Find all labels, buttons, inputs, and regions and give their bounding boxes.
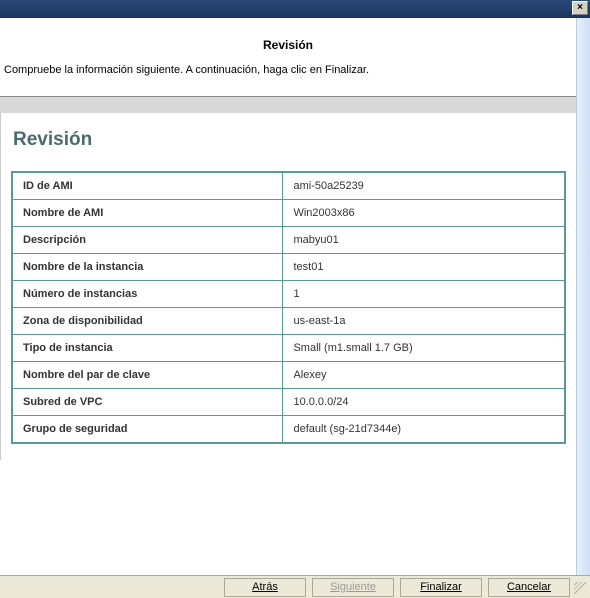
row-value: Win2003x86: [283, 200, 565, 227]
title-bar: ×: [0, 0, 590, 18]
table-row: Tipo de instancia Small (m1.small 1.7 GB…: [12, 335, 565, 362]
table-row: Número de instancias 1: [12, 281, 565, 308]
row-value: ami-50a25239: [283, 172, 565, 200]
content-area: Revisión Compruebe la información siguie…: [0, 18, 576, 575]
next-button: Siguiente: [312, 578, 394, 597]
spacer: [0, 97, 576, 113]
section-title: Revisión: [13, 129, 566, 151]
finish-button[interactable]: Finalizar: [400, 578, 482, 597]
row-label: Nombre de AMI: [12, 200, 283, 227]
cancel-button[interactable]: Cancelar: [488, 578, 570, 597]
back-button[interactable]: Atrás: [224, 578, 306, 597]
row-label: Nombre de la instancia: [12, 254, 283, 281]
row-label: Tipo de instancia: [12, 335, 283, 362]
table-row: Grupo de seguridad default (sg-21d7344e): [12, 416, 565, 444]
row-value: 10.0.0.0/24: [283, 389, 565, 416]
review-table: ID de AMI ami-50a25239 Nombre de AMI Win…: [11, 171, 566, 444]
table-row: Nombre de la instancia test01: [12, 254, 565, 281]
close-button[interactable]: ×: [572, 1, 588, 15]
table-row: Descripción mabyu01: [12, 227, 565, 254]
row-label: ID de AMI: [12, 172, 283, 200]
wizard-header: Revisión Compruebe la información siguie…: [0, 18, 576, 97]
row-value: Small (m1.small 1.7 GB): [283, 335, 565, 362]
close-icon: ×: [577, 3, 583, 13]
table-row: Nombre de AMI Win2003x86: [12, 200, 565, 227]
row-label: Nombre del par de clave: [12, 362, 283, 389]
row-value: Alexey: [283, 362, 565, 389]
button-bar: Atrás Siguiente Finalizar Cancelar: [0, 575, 590, 598]
vertical-scrollbar[interactable]: [576, 18, 590, 575]
row-value: us-east-1a: [283, 308, 565, 335]
row-value: test01: [283, 254, 565, 281]
table-row: Nombre del par de clave Alexey: [12, 362, 565, 389]
row-label: Descripción: [12, 227, 283, 254]
row-value: 1: [283, 281, 565, 308]
table-row: Subred de VPC 10.0.0.0/24: [12, 389, 565, 416]
page-title: Revisión: [4, 38, 572, 52]
table-row: ID de AMI ami-50a25239: [12, 172, 565, 200]
row-value: mabyu01: [283, 227, 565, 254]
row-label: Zona de disponibilidad: [12, 308, 283, 335]
row-label: Grupo de seguridad: [12, 416, 283, 444]
row-label: Número de instancias: [12, 281, 283, 308]
table-row: Zona de disponibilidad us-east-1a: [12, 308, 565, 335]
main-content: Revisión ID de AMI ami-50a25239 Nombre d…: [0, 113, 576, 460]
row-label: Subred de VPC: [12, 389, 283, 416]
resize-grip-icon[interactable]: [574, 582, 588, 596]
page-description: Compruebe la información siguiente. A co…: [4, 64, 572, 76]
row-value: default (sg-21d7344e): [283, 416, 565, 444]
